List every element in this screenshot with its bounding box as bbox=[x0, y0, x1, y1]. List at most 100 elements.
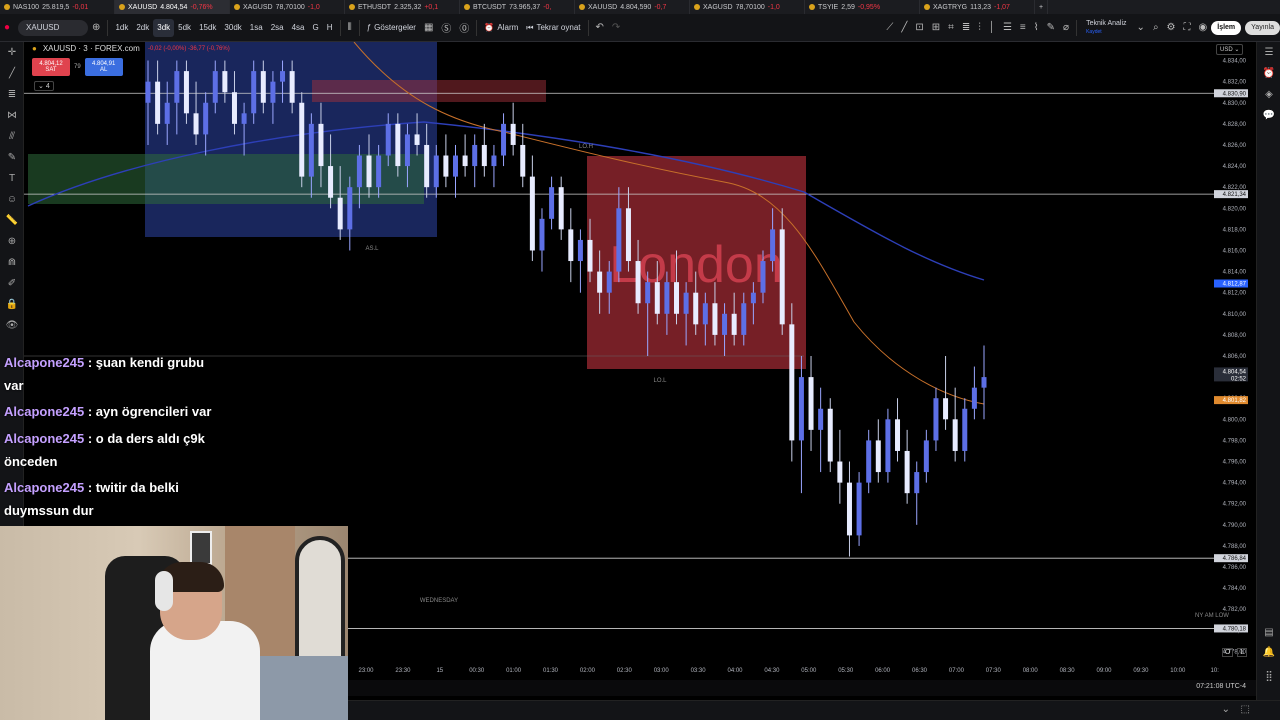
tab-tsyie[interactable]: TSYIE 2,59 -0,95% bbox=[805, 0, 920, 14]
lines-icon[interactable]: ≡ bbox=[1016, 22, 1030, 33]
symbol-search[interactable]: XAUUSD bbox=[18, 19, 89, 36]
tab-xagusd[interactable]: XAGUSD 78,70100 -1,0 bbox=[230, 0, 345, 14]
fullscreen-icon[interactable]: ⛶ bbox=[1180, 22, 1195, 33]
calendar-icon[interactable]: ▤ bbox=[1257, 622, 1280, 643]
trend-icon[interactable]: ╱ bbox=[897, 22, 911, 33]
interval-H[interactable]: H bbox=[323, 19, 337, 37]
scale-o-button[interactable]: O bbox=[1222, 648, 1234, 657]
webcam-headset bbox=[155, 571, 173, 611]
candle-body bbox=[212, 71, 218, 103]
x-axis-tick: 05:00 bbox=[801, 668, 817, 674]
interval-4sa[interactable]: 4sa bbox=[288, 19, 309, 37]
compare-plus-icon[interactable]: ⊕ bbox=[88, 22, 104, 33]
tab-change: -0,01 bbox=[72, 3, 89, 11]
sell-button[interactable]: 4.804,12 SAT bbox=[32, 58, 70, 76]
grid-icon[interactable]: ⊞ bbox=[928, 22, 944, 33]
tab-change: -1,0 bbox=[767, 3, 780, 11]
search-icon[interactable]: ⌕ bbox=[1149, 22, 1163, 33]
tab-ethusdt[interactable]: ETHUSDT 2.325,32 +0,1 bbox=[345, 0, 460, 14]
undo-icon[interactable]: ↶ bbox=[592, 22, 608, 33]
candle-type-icon[interactable]: ⫴ bbox=[344, 22, 356, 33]
pitchfork-icon[interactable]: ⫶ bbox=[974, 22, 985, 33]
tab-xauusd[interactable]: XAUUSD 4.804,54 -0,76% bbox=[115, 0, 230, 14]
path-icon[interactable]: ⌇ bbox=[1030, 22, 1043, 33]
zero-icon[interactable]: ⓪ bbox=[455, 20, 473, 35]
indicators-button[interactable]: ƒ Göstergeler bbox=[363, 19, 420, 37]
crosshair-icon[interactable]: ✛ bbox=[0, 42, 24, 63]
brush-icon[interactable]: ✎ bbox=[1043, 22, 1059, 33]
position-icon[interactable]: ⫻ bbox=[0, 126, 24, 147]
eye-icon[interactable]: 👁 bbox=[0, 315, 24, 336]
chat-icon[interactable]: 💬 bbox=[1257, 105, 1280, 126]
currency-selector[interactable]: USD ⌄ bbox=[1216, 44, 1244, 55]
interval-1sa[interactable]: 1sa bbox=[246, 19, 267, 37]
candle-body bbox=[462, 155, 468, 167]
text-tool-icon[interactable]: T bbox=[0, 168, 24, 189]
magnet-icon[interactable]: ⋒ bbox=[0, 252, 24, 273]
s-icon[interactable]: Ⓢ bbox=[437, 20, 455, 35]
pencil-lock-icon[interactable]: ✐ bbox=[0, 273, 24, 294]
trade-button[interactable]: İşlem bbox=[1211, 20, 1242, 35]
alarm-button[interactable]: ⏰ Alarm bbox=[480, 19, 522, 37]
list-icon[interactable]: ☰ bbox=[999, 22, 1016, 33]
interval-15dk[interactable]: 15dk bbox=[195, 19, 220, 37]
interval-5dk[interactable]: 5dk bbox=[174, 19, 195, 37]
browser-tabs: NAS100 25.819,5 -0,01 XAUUSD 4.804,54 -0,76% X… bbox=[0, 0, 1280, 14]
interval-30dk[interactable]: 30dk bbox=[220, 19, 245, 37]
templates-icon[interactable]: ▦ bbox=[420, 22, 437, 33]
trendline-icon[interactable]: ╱ bbox=[0, 63, 24, 84]
rect-icon[interactable]: ⊡ bbox=[911, 22, 927, 33]
brush-tool-icon[interactable]: ✎ bbox=[0, 147, 24, 168]
tab-xagusd[interactable]: XAGUSD 78,70100 -1,0 bbox=[690, 0, 805, 14]
alerts-icon[interactable]: ⏰ bbox=[1257, 63, 1280, 84]
user-avatar-icon[interactable]: ● bbox=[0, 22, 14, 33]
interval-2dk[interactable]: 2dk bbox=[132, 19, 153, 37]
layers-icon[interactable]: ◈ bbox=[1257, 84, 1280, 105]
notification-icon[interactable]: 🔔 bbox=[1257, 642, 1280, 663]
interval-3dk[interactable]: 3dk bbox=[153, 18, 175, 37]
candle-body bbox=[750, 292, 756, 304]
tab-nas100[interactable]: NAS100 25.819,5 -0,01 bbox=[0, 0, 115, 14]
legend-title: XAUUSD · 3 · FOREX.com bbox=[42, 44, 140, 53]
fib-icon[interactable]: ≣ bbox=[958, 22, 974, 33]
watchlist-icon[interactable]: ☰ bbox=[1257, 42, 1280, 63]
tab-btcusdt[interactable]: BTCUSDT 73.965,37 -0, bbox=[460, 0, 575, 14]
collapse-icon[interactable]: ⌄ bbox=[1222, 704, 1230, 715]
lock-icon[interactable]: 🔒 bbox=[0, 294, 24, 315]
candle-body bbox=[693, 292, 699, 325]
tab-xagtryg[interactable]: XAGTRYG 113,23 -1,07 bbox=[920, 0, 1035, 14]
camera-icon[interactable]: ◉ bbox=[1195, 22, 1212, 33]
ruler-icon[interactable]: 📏 bbox=[0, 210, 24, 231]
fib-tool-icon[interactable]: ≣ bbox=[0, 84, 24, 105]
annotation-label: LO.H bbox=[579, 144, 593, 150]
x-axis-tick: 10: bbox=[1211, 668, 1220, 674]
highlighter-icon[interactable]: ⌀ bbox=[1059, 22, 1073, 33]
collapse-legend-button[interactable]: ⌄ 4 bbox=[34, 81, 54, 91]
candle-body bbox=[193, 113, 199, 135]
chevron-down-icon[interactable]: ⌄ bbox=[1133, 22, 1149, 33]
redo-icon[interactable]: ↷ bbox=[608, 22, 624, 33]
vertical-line-icon[interactable]: │ bbox=[985, 22, 999, 33]
frame-icon[interactable]: ⌗ bbox=[944, 22, 958, 33]
replay-button[interactable]: ⏮ Tekrar oynat bbox=[522, 19, 584, 37]
candle-body bbox=[818, 408, 824, 430]
scale-l-button[interactable]: L bbox=[1237, 648, 1248, 657]
zoom-in-icon[interactable]: ⊕ bbox=[0, 231, 24, 252]
interval-G[interactable]: G bbox=[309, 19, 323, 37]
interval-2sa[interactable]: 2sa bbox=[267, 19, 288, 37]
tab-xauusd[interactable]: XAUUSD 4.804,590 -0,7 bbox=[575, 0, 690, 14]
maximize-icon[interactable]: ⬚ bbox=[1241, 704, 1250, 715]
gear-icon[interactable]: ⚙ bbox=[1163, 22, 1180, 33]
buy-button[interactable]: 4.804,91 AL bbox=[84, 58, 123, 76]
pattern-icon[interactable]: ⋈ bbox=[0, 105, 24, 126]
new-tab-button[interactable]: + bbox=[1035, 0, 1049, 14]
apps-icon[interactable]: ⣿ bbox=[1257, 666, 1280, 687]
analysis-button[interactable]: Teknik Analiz Kaydet bbox=[1086, 20, 1126, 36]
publish-button[interactable]: Yayınla bbox=[1245, 20, 1280, 35]
candle-body bbox=[587, 239, 593, 272]
interval-1dk[interactable]: 1dk bbox=[111, 19, 132, 37]
smiley-icon[interactable]: ☺ bbox=[0, 189, 24, 210]
line-tool-icon[interactable]: ⟋ bbox=[882, 22, 897, 33]
y-axis-tick: 4.790,00 bbox=[1223, 523, 1247, 529]
tab-icon bbox=[4, 4, 10, 10]
